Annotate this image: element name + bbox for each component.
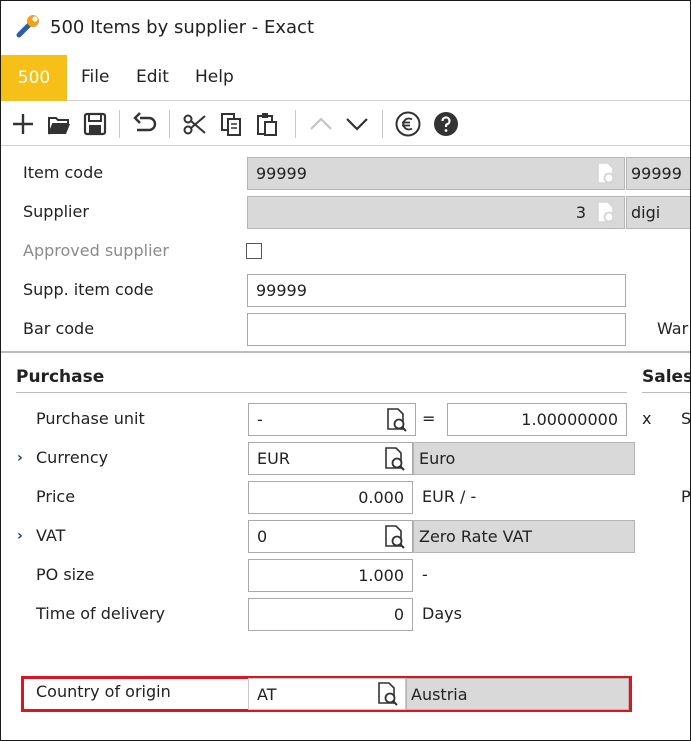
menu-edit[interactable]: Edit [136,67,169,87]
chevron-down-icon[interactable] [343,110,371,138]
sales-label-s: S [681,409,691,428]
currency-description-field[interactable]: Euro [413,442,635,475]
bar-code-field[interactable] [247,313,626,346]
cut-icon[interactable] [181,110,209,138]
item-code-label: Item code [23,163,104,182]
chevron-up-icon[interactable] [307,110,335,138]
menu-code-button[interactable]: 500 [1,55,67,101]
plus-icon[interactable] [9,110,37,138]
chevron-right-icon: › [17,528,23,544]
approved-supplier-checkbox[interactable] [246,243,262,259]
save-icon[interactable] [81,110,109,138]
supplier-description-field[interactable]: digi [626,196,690,229]
toolbar-separator [295,110,296,138]
item-code-field[interactable]: 99999 [247,157,625,190]
window-title: 500 Items by supplier - Exact [50,17,315,38]
po-size-label: PO size [36,565,95,584]
price-unit: EUR / - [422,487,477,506]
wrench-icon [16,13,42,39]
purchase-unit-label: Purchase unit [36,409,145,428]
price-field[interactable]: 0.000 [248,481,413,514]
country-description-field[interactable]: Austria [406,678,629,710]
chevron-right-icon: › [17,450,23,466]
sales-section-line [642,392,690,393]
app-window: 500 Items by supplier - Exact 500 File E… [0,0,691,741]
menu-file[interactable]: File [81,67,109,87]
time-of-delivery-label: Time of delivery [36,604,165,623]
supp-item-code-field[interactable]: 99999 [247,274,626,307]
menu-bar: 500 File Edit Help [1,55,690,101]
lookup-icon[interactable] [591,198,621,228]
menu-help[interactable]: Help [195,67,234,87]
toolbar-separator [119,110,120,138]
supplier-field[interactable]: 3 [247,196,625,229]
help-icon[interactable] [432,110,460,138]
title-bar: 500 Items by supplier - Exact [1,1,690,54]
purchase-section-line [16,392,627,393]
euro-icon[interactable] [394,110,422,138]
paste-icon[interactable] [253,110,281,138]
time-of-delivery-unit: Days [422,604,462,623]
supplier-label: Supplier [23,202,89,221]
lookup-icon[interactable] [379,522,409,552]
price-label: Price [36,487,76,506]
currency-label: Currency [36,448,109,467]
supp-item-code-label: Supp. item code [23,280,154,299]
sales-section-title: Sales [642,367,691,387]
lookup-icon[interactable] [381,405,411,435]
lookup-icon[interactable] [379,444,409,474]
sales-label-p: P [681,487,691,506]
copy-icon[interactable] [217,110,245,138]
conversion-factor-field[interactable]: 1.00000000 [447,403,627,436]
warehouse-label: War [657,319,689,338]
vat-description-field[interactable]: Zero Rate VAT [413,520,635,553]
undo-icon[interactable] [131,110,159,138]
po-size-unit: - [422,565,428,584]
country-of-origin-label: Country of origin [36,682,171,701]
toolbar-separator [169,110,170,138]
times-sign: x [642,409,652,428]
lookup-icon[interactable] [591,159,621,189]
time-of-delivery-field[interactable]: 0 [248,598,413,631]
toolbar [1,102,690,146]
po-size-field[interactable]: 1.000 [248,559,413,592]
purchase-section-title: Purchase [16,367,105,387]
folder-open-icon[interactable] [45,110,73,138]
equals-sign: = [422,409,436,428]
vat-label: VAT [36,526,66,545]
section-divider [1,351,690,353]
toolbar-separator [382,110,383,138]
approved-supplier-label: Approved supplier [23,241,169,260]
lookup-icon[interactable] [372,679,402,709]
item-description-field[interactable]: 99999 [626,157,690,190]
bar-code-label: Bar code [23,319,95,338]
